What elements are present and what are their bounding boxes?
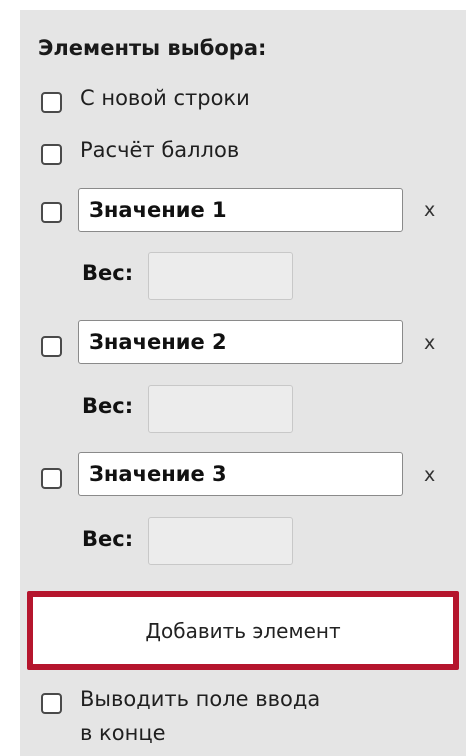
choice-2-weight-input[interactable] (148, 385, 293, 433)
show-input-at-end-checkbox[interactable] (41, 693, 62, 714)
scoring-label: Расчёт баллов (80, 138, 240, 162)
choice-3-weight-label: Вес: (82, 527, 134, 551)
add-element-button[interactable]: Добавить элемент (27, 591, 459, 670)
scoring-checkbox[interactable] (41, 144, 62, 165)
choice-3-checkbox[interactable] (41, 468, 62, 489)
new-line-label: С новой строки (80, 86, 250, 110)
choice-2-checkbox[interactable] (41, 336, 62, 357)
choice-3-weight-input[interactable] (148, 517, 293, 565)
choice-3-value-input[interactable] (78, 452, 403, 496)
choice-1-weight-input[interactable] (148, 252, 293, 300)
choice-2-remove-button[interactable]: x (424, 332, 435, 354)
choice-1-checkbox[interactable] (41, 202, 62, 223)
show-input-at-end-label-line-1: Выводить поле ввода (80, 687, 321, 711)
choice-1-remove-button[interactable]: x (424, 199, 435, 221)
choice-2-value-input[interactable] (78, 320, 403, 364)
show-input-at-end-label-line-2: в конце (80, 721, 166, 745)
choice-1-weight-label: Вес: (82, 261, 134, 285)
choice-3-remove-button[interactable]: x (424, 464, 435, 486)
choice-1-value-input[interactable] (78, 188, 403, 232)
section-heading: Элементы выбора: (38, 36, 267, 60)
new-line-checkbox[interactable] (41, 92, 62, 113)
choice-2-weight-label: Вес: (82, 394, 134, 418)
